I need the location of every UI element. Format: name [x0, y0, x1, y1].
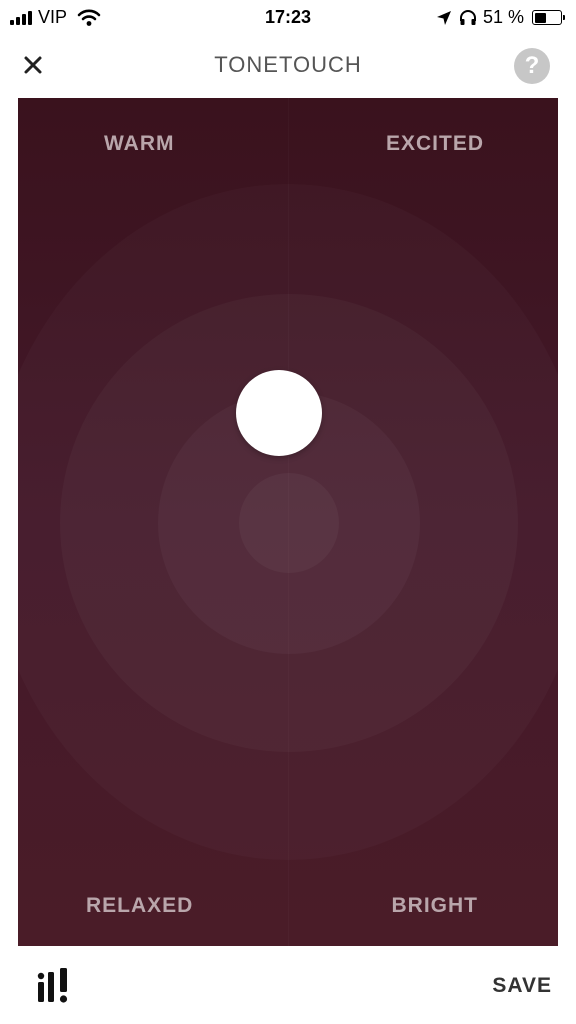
- save-button[interactable]: SAVE: [492, 974, 552, 998]
- pad-ring-center: [239, 473, 339, 573]
- label-warm: WARM: [104, 132, 175, 155]
- battery-percentage: 51 %: [482, 7, 524, 27]
- battery-fill: [534, 12, 546, 23]
- label-excited: EXCITED: [385, 132, 484, 155]
- page-title: TONETOUCH: [214, 52, 362, 77]
- help-button[interactable]: ?: [514, 48, 550, 84]
- label-relaxed: RELAXED: [86, 894, 194, 917]
- battery-icon: [532, 10, 565, 25]
- header: TONETOUCH ?: [0, 36, 576, 96]
- label-bright: BRIGHT: [391, 894, 478, 917]
- headphones-icon: [459, 9, 476, 25]
- status-bar: VIP 17:23 51 %: [0, 0, 576, 36]
- status-bar-right: 51 %: [435, 7, 565, 28]
- tone-knob-handle[interactable]: [236, 370, 322, 456]
- footer: SAVE: [0, 946, 576, 1024]
- tonetouch-screen: VIP 17:23 51 % TONETOUCH ? WARM EXCITED …: [0, 0, 576, 1024]
- tone-pad[interactable]: WARM EXCITED RELAXED BRIGHT: [18, 98, 558, 946]
- brand-logo-icon: [37, 968, 68, 1003]
- help-icon: ?: [524, 52, 540, 79]
- location-icon: [436, 10, 451, 25]
